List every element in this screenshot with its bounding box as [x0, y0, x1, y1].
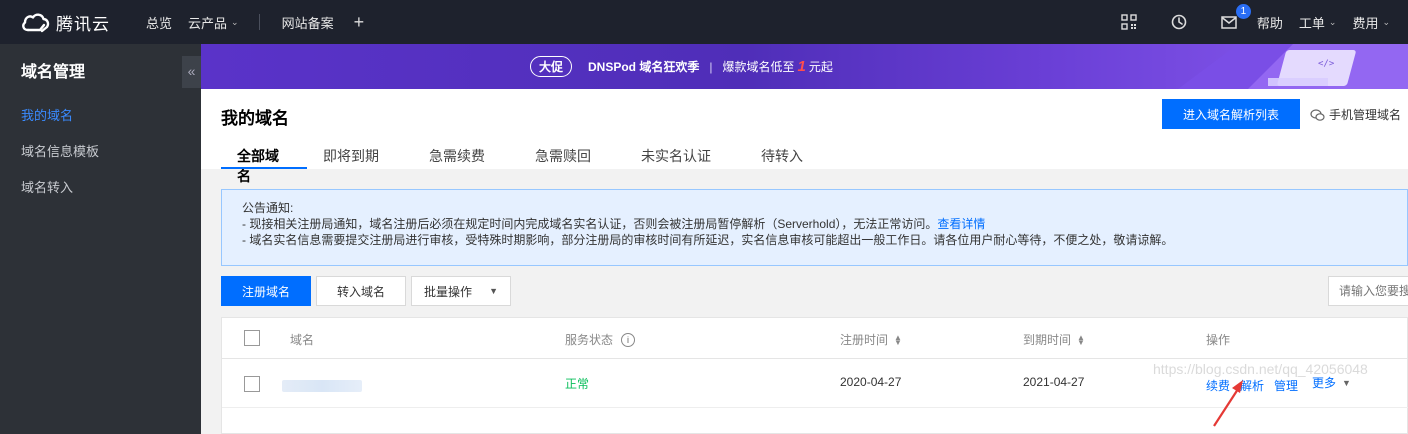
nav-overview[interactable]: 总览: [146, 13, 172, 32]
sidebar: 域名管理 « 我的域名 域名信息模板 域名转入: [0, 44, 201, 434]
nav-help[interactable]: 帮助: [1257, 13, 1283, 32]
message-count-badge: 1: [1235, 4, 1251, 19]
manage-link[interactable]: 管理: [1274, 377, 1298, 394]
sort-icon: ▲ ▼: [1077, 332, 1085, 347]
svg-text:</>: </>: [1318, 59, 1335, 69]
chevron-down-icon: ⌄: [1382, 16, 1390, 27]
chevron-down-icon: ⌄: [1328, 16, 1337, 27]
nav-help-label: 帮助: [1256, 15, 1283, 31]
banner-highlight-price: 1: [797, 58, 806, 75]
mail-icon[interactable]: 1: [1219, 4, 1251, 32]
nav-billing-label: 费用: [1352, 15, 1379, 31]
caret-down-icon: ▼: [489, 286, 498, 296]
nav-icp-label: 网站备案: [281, 15, 334, 31]
collapse-sidebar-icon[interactable]: «: [182, 56, 201, 88]
top-nav: 腾讯云 总览 云产品 ⌄ 网站备案 + 1 帮助 工单 ⌄ 费用 ⌄: [0, 0, 1408, 44]
qrcode-icon[interactable]: [1119, 12, 1139, 32]
clock-icon-svg: [1171, 14, 1187, 30]
tab-all-domains[interactable]: 全部域名: [221, 136, 307, 184]
caret-down-icon: ▼: [1342, 377, 1351, 388]
col-domain: 域名: [290, 333, 315, 347]
enter-dns-list-button[interactable]: 进入域名解析列表: [1162, 99, 1300, 129]
qrcode-icon-svg: [1121, 14, 1137, 30]
banner-text: 爆款域名低至: [722, 60, 795, 74]
domain-search-input[interactable]: [1328, 276, 1408, 306]
transfer-domain-button[interactable]: 转入域名: [316, 276, 406, 306]
brand-name: 腾讯云: [56, 14, 110, 34]
domain-name-redacted[interactable]: [282, 380, 362, 392]
col-actions: 操作: [1206, 333, 1231, 347]
notice-title: 公告通知:: [242, 201, 294, 215]
sort-icon: ▲ ▼: [894, 332, 902, 347]
sidebar-item-domain-template[interactable]: 域名信息模板: [21, 141, 99, 160]
exp-time-value: 2021-04-27: [1023, 375, 1085, 389]
nav-products-label: 云产品: [188, 15, 228, 31]
promo-tag: 大促: [530, 56, 573, 77]
sidebar-item-domain-transfer[interactable]: 域名转入: [21, 177, 73, 196]
col-status-label: 服务状态: [565, 333, 614, 347]
banner-content: 大促 DNSPod 域名狂欢季 | 爆款域名低至 1 元起: [530, 44, 833, 89]
mail-icon-svg: [1221, 15, 1237, 29]
mobile-manage-label: 手机管理域名: [1329, 108, 1402, 122]
tencent-cloud-logo[interactable]: 腾讯云: [20, 10, 132, 35]
announcement-notice: 公告通知: - 现接相关注册局通知，域名注册后必须在规定时间内完成域名实名认证，…: [221, 189, 1408, 266]
status-value: 正常: [565, 377, 590, 391]
sidebar-item-my-domains[interactable]: 我的域名: [21, 105, 73, 124]
tab-expiring-soon[interactable]: 即将到期: [307, 136, 413, 169]
nav-ticket[interactable]: 工单 ⌄: [1299, 13, 1337, 32]
notice-line-2: - 域名实名信息需要提交注册局进行审核，受特殊时期影响，部分注册局的审核时间有所…: [242, 233, 1174, 247]
tab-unverified[interactable]: 未实名认证: [625, 136, 745, 169]
promo-banner[interactable]: </> 大促 DNSPod 域名狂欢季 | 爆款域名低至 1 元起: [201, 44, 1408, 89]
nav-overview-label: 总览: [146, 15, 173, 31]
chevron-down-icon: ⌄: [231, 16, 239, 27]
clock-icon[interactable]: [1169, 12, 1189, 32]
cloud-logo-icon: [22, 13, 50, 33]
notice-line-1-text: - 现接相关注册局通知，域名注册后必须在规定时间内完成域名实名认证，否则会被注册…: [242, 217, 938, 231]
col-reg-time-label: 注册时间: [840, 333, 889, 347]
select-all-checkbox[interactable]: [244, 330, 260, 346]
notice-line-1: - 现接相关注册局通知，域名注册后必须在规定时间内完成域名实名认证，否则会被注册…: [242, 216, 1387, 232]
nav-icp[interactable]: 网站备案: [282, 13, 334, 32]
col-reg-time[interactable]: 注册时间 ▲ ▼: [840, 331, 902, 348]
page-title: 我的域名: [221, 109, 289, 128]
col-exp-time[interactable]: 到期时间 ▲ ▼: [1023, 331, 1085, 348]
sidebar-title: 域名管理: [21, 64, 86, 81]
watermark: https://blog.csdn.net/qq_42056048: [1153, 361, 1368, 377]
nav-ticket-label: 工单: [1298, 15, 1325, 31]
banner-text-suffix: 元起: [808, 60, 833, 74]
col-status: 服务状态 i: [565, 331, 636, 348]
banner-title: DNSPod 域名狂欢季: [588, 60, 700, 74]
batch-actions-dropdown[interactable]: 批量操作 ▼: [411, 276, 511, 306]
red-arrow-annotation: [1213, 380, 1243, 427]
view-details-link[interactable]: 查看详情: [937, 217, 985, 231]
mobile-manage-link[interactable]: 手机管理域名: [1310, 106, 1401, 123]
wechat-icon: [1310, 108, 1325, 121]
row-checkbox[interactable]: [244, 376, 260, 392]
reg-time-value: 2020-04-27: [840, 375, 902, 389]
nav-products[interactable]: 云产品 ⌄: [188, 13, 239, 32]
table-header: 域名 服务状态 i 注册时间 ▲ ▼ 到期时间 ▲ ▼ 操作: [222, 318, 1408, 359]
tab-redeem-urgent[interactable]: 急需赎回: [519, 136, 625, 169]
batch-actions-label: 批量操作: [424, 284, 473, 299]
nav-right-group: 1 帮助 工单 ⌄ 费用 ⌄: [1089, 0, 1390, 44]
tab-pending-transfer[interactable]: 待转入: [745, 136, 819, 169]
register-domain-button[interactable]: 注册域名: [221, 276, 311, 306]
banner-separator: |: [709, 59, 713, 74]
nav-divider: [258, 14, 260, 30]
info-icon[interactable]: i: [621, 332, 636, 347]
tab-renew-urgent[interactable]: 急需续费: [413, 136, 519, 169]
banner-illustration: </>: [1178, 44, 1408, 89]
domain-tabs: 全部域名 即将到期 急需续费 急需赎回 未实名认证 待转入: [221, 136, 819, 184]
nav-billing[interactable]: 费用 ⌄: [1352, 13, 1390, 32]
page-header: 我的域名 进入域名解析列表 手机管理域名 全部域名 即将到期 急需续费 急需赎回…: [201, 89, 1408, 184]
col-exp-time-label: 到期时间: [1023, 333, 1072, 347]
add-icon[interactable]: +: [354, 13, 365, 31]
